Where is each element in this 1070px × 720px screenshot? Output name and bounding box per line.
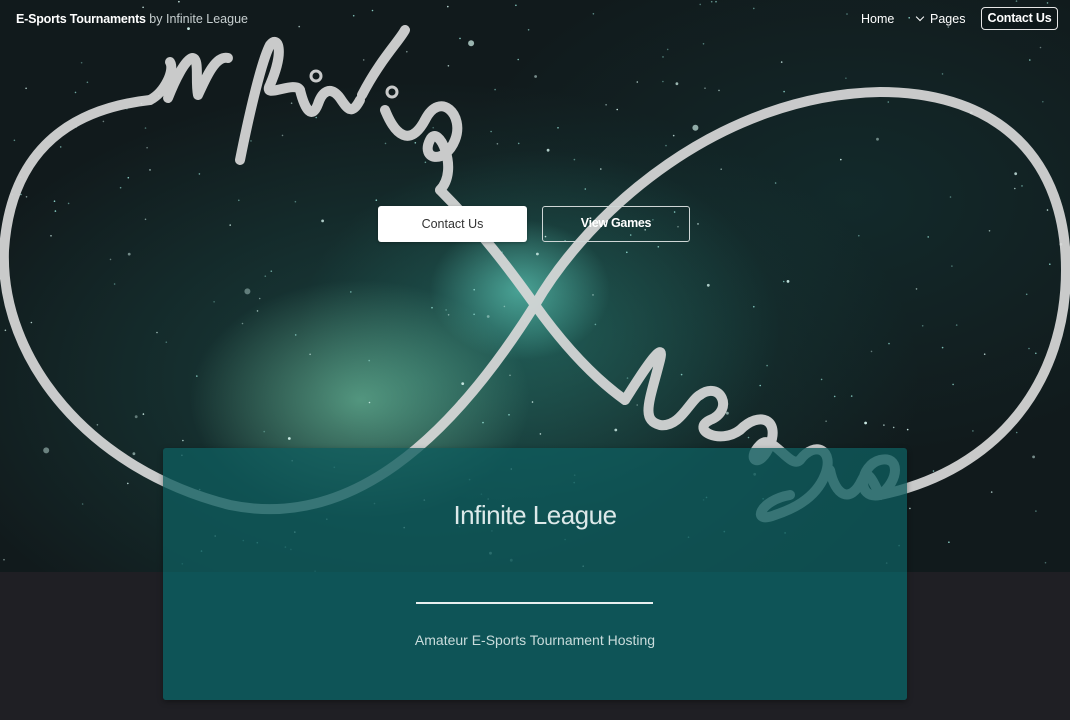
nav-pages-label: Pages xyxy=(930,12,966,26)
brand-byline: by Infinite League xyxy=(149,12,248,26)
nav-home-link[interactable]: Home xyxy=(861,12,894,26)
panel-divider xyxy=(416,602,653,604)
site-brand[interactable]: E-Sports Tournaments by Infinite League xyxy=(16,12,248,26)
nav-pages-dropdown[interactable]: Pages xyxy=(915,12,966,26)
hero-contact-button[interactable]: Contact Us xyxy=(378,206,527,242)
panel-subtitle: Amateur E-Sports Tournament Hosting xyxy=(414,632,656,648)
brand-name: E-Sports Tournaments xyxy=(16,12,146,26)
chevron-down-icon xyxy=(915,12,925,22)
nav-contact-button[interactable]: Contact Us xyxy=(981,7,1058,30)
top-navigation-bar: E-Sports Tournaments by Infinite League … xyxy=(0,0,1070,40)
hero-view-games-button[interactable]: View Games xyxy=(542,206,690,242)
panel-title: Infinite League xyxy=(453,500,617,530)
